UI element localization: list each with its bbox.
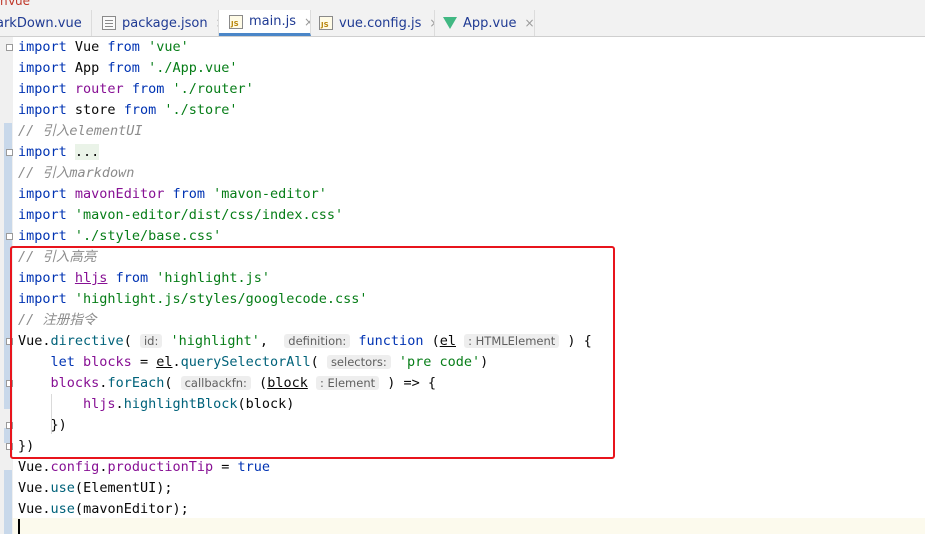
js-file-icon (229, 14, 243, 29)
json-file-icon (102, 16, 116, 30)
code-comment: // 引入markdown (18, 165, 135, 181)
code-line-4: import store from './store' (18, 102, 238, 118)
tab-app-vue[interactable]: App.vue × (435, 10, 535, 36)
tab-main-js[interactable]: main.js × (219, 10, 311, 36)
fold-toggle-icon[interactable] (6, 233, 13, 240)
tab-label: main.js (249, 14, 296, 29)
current-line-highlight (13, 518, 925, 534)
js-file-icon (319, 16, 333, 30)
folded-imports[interactable]: ... (74, 144, 100, 160)
code-line-22: Vue.use(ElementUI); (18, 480, 173, 496)
window-title-strip: nVue (0, 0, 925, 10)
tab-label: vue.config.js (339, 15, 422, 31)
code-line-21: Vue.config.productionTip = true (18, 459, 271, 475)
code-line-9: import 'mavon-editor/dist/css/index.css' (18, 207, 344, 223)
tab-package-json[interactable]: package.json× (92, 10, 219, 36)
tab-label: App.vue (463, 15, 517, 31)
code-line-6: import ... (18, 144, 100, 160)
tab-vue-config-js[interactable]: vue.config.js× (311, 10, 435, 36)
window-title: nVue (0, 0, 30, 8)
close-icon[interactable]: × (304, 15, 310, 29)
code-line-2: import App from './App.vue' (18, 60, 238, 76)
fold-toggle-icon[interactable] (6, 44, 13, 51)
highlight-annotation-box (10, 246, 615, 459)
close-icon[interactable]: × (524, 16, 534, 30)
code-line-8: import mavonEditor from 'mavon-editor' (18, 186, 327, 202)
code-line-1: import Vue from 'vue' (18, 39, 189, 55)
code-line-23: Vue.use(mavonEditor); (18, 501, 189, 517)
text-caret (18, 519, 20, 534)
tab-markdown-vue[interactable]: arkDown.vue× (0, 10, 92, 36)
code-line-10: import './style/base.css' (18, 228, 222, 244)
fold-toggle-icon[interactable] (6, 149, 13, 156)
editor-tab-bar: arkDown.vue× package.json× main.js× vue.… (0, 10, 925, 37)
code-comment: // 引入elementUI (18, 123, 143, 139)
change-marker (4, 470, 12, 534)
tab-label: arkDown.vue (0, 15, 82, 31)
vue-file-icon (443, 17, 457, 29)
code-line-3: import router from './router' (18, 81, 254, 97)
tab-label: package.json (122, 15, 208, 31)
